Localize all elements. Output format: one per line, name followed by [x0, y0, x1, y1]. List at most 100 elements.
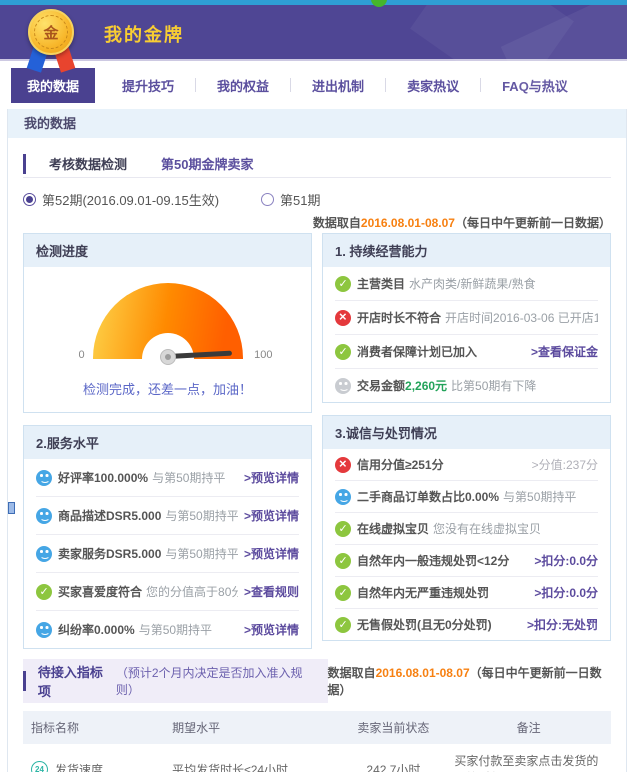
- metric-desc: 水产肉类/新鲜蔬果/熟食: [409, 275, 536, 292]
- metric-row: 买家喜爱度符合 您的分值高于80分 >查看规则: [36, 573, 299, 611]
- metric-label: 自然年内无严重违规处罚: [357, 584, 489, 601]
- panel-progress: 检测进度 0 100 检测完成，还差一点，加油！: [23, 233, 312, 413]
- preview-detail-link[interactable]: >预览详情: [238, 507, 299, 524]
- col-expected-level: 期望水平: [164, 711, 340, 744]
- sub-tabbar: 考核数据检测 第50期金牌卖家: [23, 150, 611, 178]
- tab-my-benefits[interactable]: 我的权益: [196, 76, 290, 95]
- tab-entry-exit[interactable]: 进出机制: [291, 76, 385, 95]
- source-prefix: 数据取自: [313, 216, 361, 230]
- check-icon: [335, 617, 351, 633]
- metric-label: 交易金额: [357, 377, 405, 394]
- side-feedback-handle[interactable]: [8, 502, 15, 514]
- metric-row: 在线虚拟宝贝 您没有在线虚拟宝贝: [335, 513, 598, 545]
- panel-service-level: 2.服务水平 好评率100.000% 与第50期持平 >预览详情 商品描述DSR…: [23, 425, 312, 649]
- gauge-body: 0 100 检测完成，还差一点，加油！: [24, 267, 311, 412]
- metric-desc: 您没有在线虚拟宝贝: [433, 520, 541, 537]
- radio-label: 第52期(2016.09.01-09.15生效): [42, 190, 219, 209]
- metric-desc: 与第50期持平: [152, 469, 225, 486]
- gauge-min-label: 0: [79, 349, 85, 361]
- source-suffix: （每日中午更新前一日数据）: [455, 216, 611, 230]
- deduction-link[interactable]: >扣分:0.0分: [528, 584, 598, 601]
- pending-indicators-table: 指标名称 期望水平 卖家当前状态 备注 24 发货速度 平均发货时长≤24小时 …: [23, 711, 611, 772]
- radio-selected-icon[interactable]: [23, 193, 36, 206]
- page-banner: 金 我的金牌: [0, 5, 627, 61]
- source-date: 2016.08.01-08.07: [361, 216, 455, 230]
- metric-label: 主营类目: [357, 275, 405, 292]
- metric-row: 无售假处罚(且无0分处罚) >扣分:无处罚: [335, 609, 598, 640]
- view-deposit-link[interactable]: >查看保证金: [525, 343, 598, 360]
- metric-label: 好评率100.000%: [58, 469, 148, 486]
- preview-detail-link[interactable]: >预览详情: [238, 621, 299, 638]
- smile-icon: [36, 508, 52, 524]
- check-icon: [335, 344, 351, 360]
- tab-seller-discussion[interactable]: 卖家热议: [386, 76, 480, 95]
- subtab-period50-sellers[interactable]: 第50期金牌卖家: [151, 154, 263, 173]
- metric-label: 卖家服务DSR5.000: [58, 545, 161, 562]
- metric-label: 二手商品订单数占比0.00%: [357, 488, 499, 505]
- panel-integrity-penalty: 3.诚信与处罚情况 信用分值≥251分 >分值:237分 二手商品订单数占比0.…: [322, 415, 611, 641]
- pending-title-wrap: 待接入指标项 （预计2个月内决定是否加入准入规则）: [23, 659, 328, 703]
- progress-gauge: 0 100: [93, 283, 243, 369]
- radio-unselected-icon[interactable]: [261, 193, 274, 206]
- metric-row: 纠纷率0.000% 与第50期持平 >预览详情: [36, 611, 299, 648]
- accent-bar: [23, 154, 26, 174]
- page-title: 我的金牌: [104, 21, 184, 47]
- current-status: 242.7小时: [341, 744, 447, 772]
- neutral-face-icon: [335, 378, 351, 394]
- deduction-link[interactable]: >扣分:0.0分: [528, 552, 598, 569]
- panel-business-ability: 1. 持续经营能力 主营类目 水产肉类/新鲜蔬果/熟食 开店时长不符合 开店时间…: [322, 233, 611, 403]
- metric-label: 买家喜爱度符合: [58, 583, 142, 600]
- col-remark: 备注: [446, 711, 611, 744]
- metric-label: 纠纷率0.000%: [58, 621, 135, 638]
- check-icon: [335, 276, 351, 292]
- indicator-name: 发货速度: [55, 761, 103, 772]
- expected-level: 平均发货时长≤24小时: [164, 744, 340, 772]
- main-container: 我的数据 考核数据检测 第50期金牌卖家 第52期(2016.09.01-09.…: [7, 109, 627, 772]
- panel-title: 3.诚信与处罚情况: [323, 416, 610, 449]
- cross-icon: [335, 310, 351, 326]
- metric-row: 好评率100.000% 与第50期持平 >预览详情: [36, 459, 299, 497]
- radio-period-51[interactable]: 第51期: [261, 190, 320, 209]
- metric-row: 主营类目 水产肉类/新鲜蔬果/熟食: [335, 267, 598, 301]
- medal-char: 金: [43, 22, 58, 43]
- smile-icon: [36, 622, 52, 638]
- check-icon: [36, 584, 52, 600]
- radio-period-52[interactable]: 第52期(2016.09.01-09.15生效): [23, 190, 219, 209]
- metric-label: 信用分值≥251分: [357, 456, 444, 473]
- metric-desc: 您的分值高于80分: [146, 583, 238, 600]
- metric-row: 卖家服务DSR5.000 与第50期持平 >预览详情: [36, 535, 299, 573]
- preview-detail-link[interactable]: >预览详情: [238, 469, 299, 486]
- metric-row: 消费者保障计划已加入 >查看保证金: [335, 335, 598, 369]
- accent-bar: [23, 671, 26, 691]
- subtab-assessment-check[interactable]: 考核数据检测: [39, 154, 137, 173]
- metric-desc: 开店时间2016-03-06 已开店156天: [445, 309, 598, 326]
- metric-row: 自然年内无严重违规处罚 >扣分:0.0分: [335, 577, 598, 609]
- tab-improve-skills[interactable]: 提升技巧: [101, 76, 195, 95]
- panels-grid: 检测进度 0 100 检测完成，还差一点，加油！: [23, 233, 611, 649]
- source-prefix: 数据取自: [328, 666, 376, 680]
- pending-title: 待接入指标项: [38, 662, 112, 700]
- check-icon: [335, 553, 351, 569]
- metric-row: 自然年内一般违规处罚<12分 >扣分:0.0分: [335, 545, 598, 577]
- smile-icon: [36, 546, 52, 562]
- gauge-hub: [160, 349, 176, 365]
- metric-row: 交易金额 2,260元 比第50期有下降: [335, 369, 598, 402]
- metric-label: 开店时长不符合: [357, 309, 441, 326]
- metric-row: 二手商品订单数占比0.00% 与第50期持平: [335, 481, 598, 513]
- preview-detail-link[interactable]: >预览详情: [238, 545, 299, 562]
- metric-label: 自然年内一般违规处罚<12分: [357, 552, 509, 569]
- metric-desc: 与第50期持平: [165, 545, 238, 562]
- smile-icon: [335, 489, 351, 505]
- metric-row: 开店时长不符合 开店时间2016-03-06 已开店156天: [335, 301, 598, 335]
- deduction-link[interactable]: >扣分:无处罚: [521, 616, 598, 633]
- metric-desc: 与第50期持平: [139, 621, 212, 638]
- pending-subtitle: （预计2个月内决定是否加入准入规则）: [116, 664, 316, 698]
- metric-label: 商品描述DSR5.000: [58, 507, 161, 524]
- metric-desc: 与第50期持平: [503, 488, 576, 505]
- data-source-note: 数据取自2016.08.01-08.07（每日中午更新前一日数据）: [328, 664, 611, 698]
- metric-label: 消费者保障计划已加入: [357, 343, 477, 360]
- table-row: 24 发货速度 平均发货时长≤24小时 242.7小时 买家付款至卖家点击发货的…: [23, 744, 611, 772]
- source-date: 2016.08.01-08.07: [376, 666, 470, 680]
- view-rules-link[interactable]: >查看规则: [238, 583, 299, 600]
- gold-medal-icon: 金: [26, 9, 76, 87]
